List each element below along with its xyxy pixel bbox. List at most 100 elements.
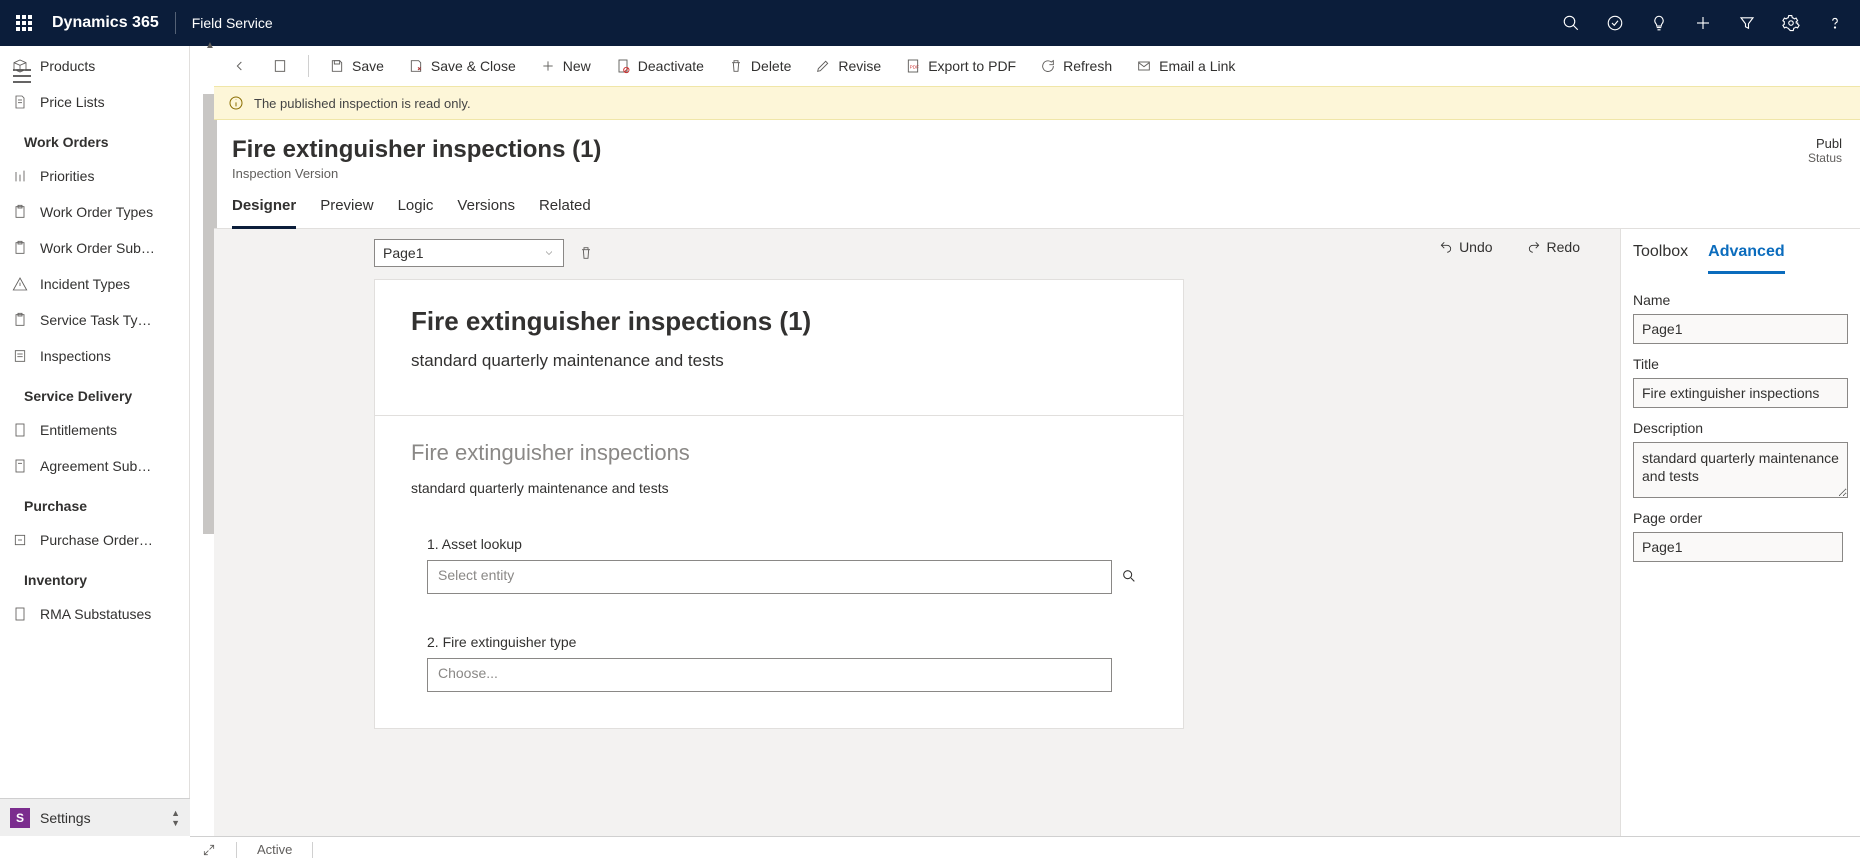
redo-button[interactable]: Redo xyxy=(1527,239,1580,255)
prop-title-label: Title xyxy=(1633,356,1848,372)
chevron-down-icon xyxy=(543,247,555,259)
label: New xyxy=(563,58,591,74)
label: Deactivate xyxy=(638,58,704,74)
label: Export to PDF xyxy=(928,58,1016,74)
extinguisher-type-select[interactable]: Choose... xyxy=(427,658,1112,692)
main-area: Save Save & Close New Deactivate Delete … xyxy=(214,46,1860,836)
separator xyxy=(308,55,309,77)
label: Undo xyxy=(1459,239,1492,255)
clipboard-icon xyxy=(12,312,28,328)
panel-tab-advanced[interactable]: Advanced xyxy=(1708,243,1784,274)
undo-button[interactable]: Undo xyxy=(1439,239,1492,255)
save-button[interactable]: Save xyxy=(319,52,394,80)
canvas-container: Page1 Undo Redo ▲ ▼ Fire extinguisher in… xyxy=(214,229,1620,836)
sidebar-item-entitlements[interactable]: Entitlements xyxy=(12,412,189,448)
sidebar-item-label: RMA Substatuses xyxy=(40,606,151,622)
separator xyxy=(375,415,1183,416)
sidebar-item-label: Products xyxy=(40,58,95,74)
separator xyxy=(236,842,237,858)
separator xyxy=(312,842,313,858)
tab-related[interactable]: Related xyxy=(539,197,591,228)
global-topbar: Dynamics 365 Field Service xyxy=(0,0,1860,46)
open-pane-button[interactable] xyxy=(262,52,298,80)
sidebar-item-wo-types[interactable]: Work Order Types xyxy=(12,194,189,230)
label: Email a Link xyxy=(1159,58,1235,74)
delete-page-icon[interactable] xyxy=(578,245,594,261)
area-selector[interactable]: S Settings ▲▼ xyxy=(0,798,190,836)
asset-lookup-input[interactable]: Select entity xyxy=(427,560,1112,594)
refresh-button[interactable]: Refresh xyxy=(1030,52,1122,80)
app-launcher-icon[interactable] xyxy=(16,15,32,31)
save-close-button[interactable]: Save & Close xyxy=(398,52,526,80)
sidebar-item-service-task-types[interactable]: Service Task Types xyxy=(12,302,189,338)
page-selector-value: Page1 xyxy=(383,245,423,261)
back-button[interactable] xyxy=(222,52,258,80)
sidebar-item-label: Priorities xyxy=(40,168,94,184)
sidebar-item-agreement-subst[interactable]: Agreement Subst... xyxy=(12,448,189,484)
sidebar-item-purchase-order[interactable]: Purchase Order S... xyxy=(12,522,189,558)
prop-pageorder-field[interactable]: Page1 xyxy=(1633,532,1843,562)
search-icon[interactable] xyxy=(1121,568,1137,587)
tab-preview[interactable]: Preview xyxy=(320,197,373,228)
status-label: Status xyxy=(1808,151,1842,165)
warning-icon xyxy=(12,276,28,292)
help-icon[interactable] xyxy=(1826,14,1844,32)
section-work-orders: Work Orders xyxy=(12,120,189,158)
record-subtitle: Inspection Version xyxy=(232,166,601,181)
filter-icon[interactable] xyxy=(1738,14,1756,32)
deactivate-button[interactable]: Deactivate xyxy=(605,52,714,80)
document-icon xyxy=(12,458,28,474)
sidebar-item-inspections[interactable]: Inspections xyxy=(12,338,189,374)
email-link-button[interactable]: Email a Link xyxy=(1126,52,1245,80)
sidebar-item-label: Price Lists xyxy=(40,94,105,110)
sidebar-item-label: Service Task Types xyxy=(40,312,155,328)
sidebar-item-products[interactable]: Products xyxy=(12,48,189,84)
sidebar-item-incident-types[interactable]: Incident Types xyxy=(12,266,189,302)
sidebar-item-priorities[interactable]: Priorities xyxy=(12,158,189,194)
area-initial: S xyxy=(10,808,30,828)
add-icon[interactable] xyxy=(1694,14,1712,32)
tab-versions[interactable]: Versions xyxy=(457,197,515,228)
document-icon xyxy=(12,94,28,110)
task-icon[interactable] xyxy=(1606,14,1624,32)
tab-logic[interactable]: Logic xyxy=(398,197,434,228)
canvas-title: Fire extinguisher inspections (1) xyxy=(411,306,1147,337)
clipboard-icon xyxy=(12,240,28,256)
export-pdf-button[interactable]: PDFExport to PDF xyxy=(895,52,1026,80)
readonly-notification: The published inspection is read only. xyxy=(214,86,1860,120)
sidebar-item-label: Work Order Types xyxy=(40,204,153,220)
app-name-label: Field Service xyxy=(192,15,273,31)
canvas-section-title: Fire extinguisher inspections xyxy=(411,440,1147,466)
label: Delete xyxy=(751,58,791,74)
new-button[interactable]: New xyxy=(530,52,601,80)
lightbulb-icon[interactable] xyxy=(1650,14,1668,32)
sidebar-item-rma[interactable]: RMA Substatuses xyxy=(12,596,189,632)
search-icon[interactable] xyxy=(1562,14,1580,32)
label: Revise xyxy=(838,58,881,74)
notification-text: The published inspection is read only. xyxy=(254,96,471,111)
prop-desc-field[interactable]: standard quarterly maintenance and tests xyxy=(1633,442,1848,498)
priority-icon xyxy=(12,168,28,184)
tab-designer[interactable]: Designer xyxy=(232,197,296,229)
area-label: Settings xyxy=(40,810,91,826)
prop-title-field[interactable]: Fire extinguisher inspections xyxy=(1633,378,1848,408)
inspection-canvas[interactable]: ▲ ▼ Fire extinguisher inspections (1) st… xyxy=(374,279,1184,729)
command-bar: Save Save & Close New Deactivate Delete … xyxy=(214,46,1860,86)
panel-tab-toolbox[interactable]: Toolbox xyxy=(1633,243,1688,274)
prop-name-field[interactable]: Page1 xyxy=(1633,314,1848,344)
record-header: Fire extinguisher inspections (1) Inspec… xyxy=(214,120,1860,185)
inspection-icon xyxy=(12,348,28,364)
sidebar-item-wo-subs[interactable]: Work Order Subs... xyxy=(12,230,189,266)
gear-icon[interactable] xyxy=(1782,14,1800,32)
sidebar-item-label: Work Order Subs... xyxy=(40,240,155,256)
expand-icon[interactable] xyxy=(202,843,216,857)
status-field: Publ Status xyxy=(1808,136,1842,165)
sidebar-item-label: Agreement Subst... xyxy=(40,458,155,474)
revise-button[interactable]: Revise xyxy=(805,52,891,80)
delete-button[interactable]: Delete xyxy=(718,52,801,80)
section-purchase: Purchase xyxy=(12,484,189,522)
sidebar-item-label: Inspections xyxy=(40,348,111,364)
page-selector[interactable]: Page1 xyxy=(374,239,564,267)
sidebar-item-price-lists[interactable]: Price Lists xyxy=(12,84,189,120)
record-title: Fire extinguisher inspections (1) xyxy=(232,136,601,164)
